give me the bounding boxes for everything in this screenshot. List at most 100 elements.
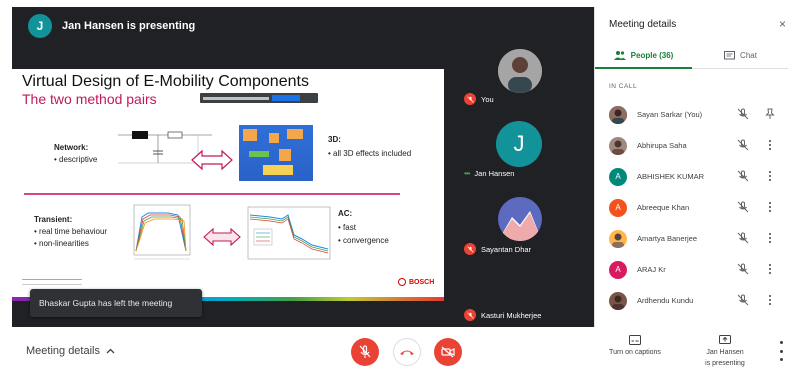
pin-icon[interactable] xyxy=(765,108,775,120)
close-icon[interactable]: × xyxy=(779,17,786,31)
in-call-label: IN CALL xyxy=(609,83,638,90)
people-icon xyxy=(613,51,626,60)
chevron-up-icon xyxy=(106,348,115,354)
mic-off-icon[interactable] xyxy=(737,294,749,306)
more-vert-icon[interactable] xyxy=(765,294,775,306)
camera-toggle-button[interactable] xyxy=(434,338,462,366)
more-options-icon[interactable] xyxy=(776,341,786,361)
participant-tile-kasturi-mukherjee[interactable]: Kasturi Mukherjee xyxy=(444,305,594,327)
transient-desc-2: • non-linearities xyxy=(34,239,89,248)
more-vert-icon[interactable] xyxy=(765,170,775,182)
list-item[interactable]: A ARAJ Kr xyxy=(595,254,788,285)
meet-window: J Jan Hansen is presenting Virtual Desig… xyxy=(0,0,788,375)
participant-name: Ardhendu Kundu xyxy=(637,296,694,305)
mic-off-icon[interactable] xyxy=(737,170,749,182)
list-item[interactable]: Amartya Banerjee xyxy=(595,223,788,254)
network-label: Network: xyxy=(54,143,89,152)
captions-button[interactable]: Turn on captions xyxy=(600,335,670,357)
network-desc: • descriptive xyxy=(54,155,98,164)
bottom-control-bar: Meeting details Turn on captions Jan Han… xyxy=(0,327,788,375)
3d-field-simulation-image xyxy=(239,125,313,181)
list-item[interactable]: A ABHISHEK KUMAR xyxy=(595,161,788,192)
tab-chat[interactable]: Chat xyxy=(692,43,788,69)
participant-name: ABHISHEK KUMAR xyxy=(637,172,705,181)
avatar xyxy=(609,105,627,124)
mic-off-icon[interactable] xyxy=(737,263,749,275)
mic-off-icon xyxy=(359,345,371,358)
stop-share-button[interactable] xyxy=(272,95,300,101)
mic-off-icon[interactable] xyxy=(737,232,749,244)
more-vert-icon[interactable] xyxy=(765,232,775,244)
bosch-logo: BOSCH xyxy=(398,278,434,286)
list-item[interactable]: A Abreeque Khan xyxy=(595,192,788,223)
transient-label: Transient: xyxy=(34,215,73,224)
participant-avatar: J xyxy=(496,121,542,167)
left-meeting-toast: Bhaskar Gupta has left the meeting xyxy=(30,289,202,317)
tile-label: ••• Jan Hansen xyxy=(464,169,515,178)
tile-label: You xyxy=(464,93,494,105)
meeting-details-panel: Meeting details × People (36) Chat IN CA… xyxy=(594,7,788,327)
meeting-stage: J Jan Hansen is presenting Virtual Desig… xyxy=(12,7,594,327)
participant-name: Abreeque Khan xyxy=(637,203,690,212)
3d-label: 3D: xyxy=(328,135,341,144)
participant-name: Abhirupa Saha xyxy=(637,141,687,150)
chat-icon xyxy=(724,50,736,59)
closed-captions-icon xyxy=(629,335,641,345)
share-notice-text xyxy=(203,96,269,100)
presenter-banner: J Jan Hansen is presenting xyxy=(28,11,195,41)
participant-tile-sayantan-dhar[interactable]: Sayantan Dhar xyxy=(444,193,594,255)
3d-desc: • all 3D effects included xyxy=(328,149,412,158)
meeting-details-button[interactable]: Meeting details xyxy=(26,345,115,357)
phone-hangup-icon xyxy=(400,350,414,355)
mic-off-icon[interactable] xyxy=(737,108,749,120)
slide-footer xyxy=(22,279,82,285)
panel-title: Meeting details xyxy=(609,19,677,30)
presenter-avatar: J xyxy=(28,14,52,38)
mic-off-icon xyxy=(464,93,476,105)
hang-up-button[interactable] xyxy=(393,338,421,366)
avatar xyxy=(609,136,627,155)
present-button[interactable]: Jan Hansen is presenting xyxy=(690,335,760,368)
bosch-logo-icon xyxy=(398,278,406,286)
participant-tile-you[interactable]: You xyxy=(444,43,594,105)
mic-off-icon xyxy=(464,309,476,321)
ac-desc-1: • fast xyxy=(338,223,356,232)
tab-people[interactable]: People (36) xyxy=(595,43,692,69)
ac-label: AC: xyxy=(338,209,353,218)
list-item[interactable]: Sayan Sarkar (You) xyxy=(595,99,788,130)
tile-label: Sayantan Dhar xyxy=(464,243,531,255)
double-arrow-icon xyxy=(191,149,233,171)
avatar xyxy=(609,229,627,248)
avatar: A xyxy=(609,167,627,186)
mic-toggle-button[interactable] xyxy=(351,338,379,366)
ac-plot xyxy=(247,206,331,260)
screen-share-notice xyxy=(200,93,318,103)
list-item[interactable]: Ardhendu Kundu xyxy=(595,285,788,316)
speaking-indicator-icon: ••• xyxy=(464,169,470,178)
more-vert-icon[interactable] xyxy=(765,263,775,275)
avatar xyxy=(609,291,627,310)
list-item[interactable]: Abhirupa Saha xyxy=(595,130,788,161)
bosch-wordmark: BOSCH xyxy=(409,278,435,286)
presenter-text: Jan Hansen is presenting xyxy=(62,20,196,32)
participant-name: ARAJ Kr xyxy=(637,265,666,274)
participant-tile-jan-hansen[interactable]: J ••• Jan Hansen xyxy=(444,117,594,179)
present-screen-icon xyxy=(719,335,731,344)
slide-divider xyxy=(24,193,400,195)
camera-off-icon xyxy=(441,346,455,358)
avatar: A xyxy=(609,260,627,279)
shared-slide: Virtual Design of E-Mobility Components … xyxy=(12,69,444,301)
mic-off-icon[interactable] xyxy=(737,139,749,151)
more-vert-icon[interactable] xyxy=(765,201,775,213)
mic-off-icon[interactable] xyxy=(737,201,749,213)
people-list: Sayan Sarkar (You) Abhirupa Saha A ABHIS… xyxy=(595,99,788,316)
double-arrow-icon xyxy=(203,227,241,247)
slide-subtitle: The two method pairs xyxy=(22,91,157,107)
slide-title: Virtual Design of E-Mobility Components xyxy=(22,73,309,90)
participant-photo xyxy=(498,197,542,241)
avatar: A xyxy=(609,198,627,217)
more-vert-icon[interactable] xyxy=(765,139,775,151)
participant-name: Sayan Sarkar (You) xyxy=(637,110,703,119)
participant-photo xyxy=(498,49,542,93)
participant-name: Amartya Banerjee xyxy=(637,234,698,243)
